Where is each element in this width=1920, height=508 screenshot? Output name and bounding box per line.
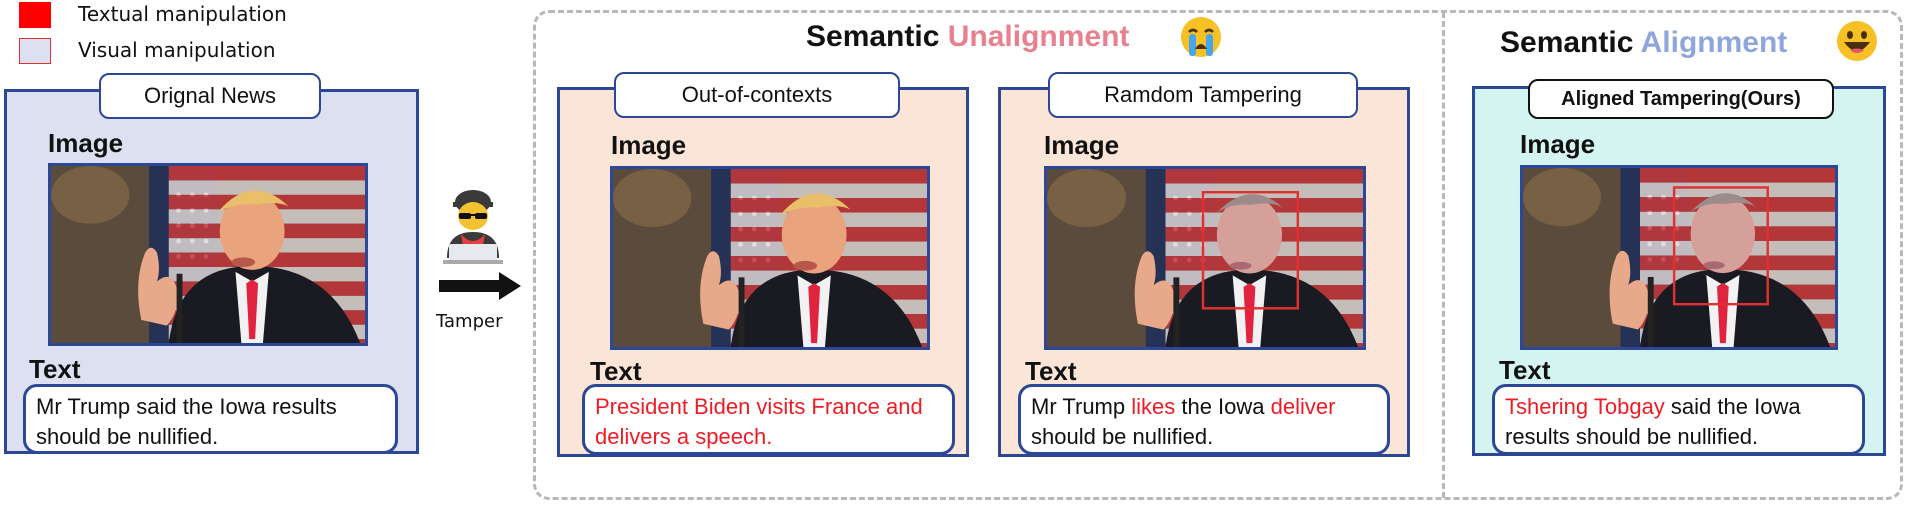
unalignment-accent: Unalignment (947, 20, 1130, 53)
panel-title-original: Orignal News (99, 73, 321, 119)
news-text-random: Mr Trump likes the Iowa deliver should b… (1018, 384, 1390, 455)
text-heading-original: Text (29, 354, 81, 384)
dashed-divider (1442, 12, 1445, 498)
speaker-photo-drawing (613, 169, 927, 347)
legend-label-visual: Visual manipulation (78, 38, 276, 62)
text-segment-manipulated: Tshering Tobgay (1505, 394, 1665, 419)
text-heading-aligned: Text (1499, 355, 1551, 385)
text-segment-manipulated: likes (1131, 394, 1176, 419)
crying-face-emoji (1181, 17, 1221, 57)
text-heading-out-of-context: Text (590, 356, 642, 386)
grinning-face-emoji (1837, 21, 1877, 61)
news-photo-original (48, 163, 368, 346)
alignment-accent: Alignment (1640, 26, 1788, 59)
image-heading-aligned: Image (1520, 129, 1596, 159)
news-text-original: Mr Trump said the Iowa results should be… (23, 384, 398, 454)
tamper-arrow-icon (439, 272, 521, 300)
panel-title-aligned-tampering: Aligned Tampering(Ours) (1528, 79, 1834, 119)
news-photo-random (1044, 166, 1366, 350)
text-segment: the Iowa (1175, 394, 1271, 419)
image-heading-random: Image (1044, 130, 1120, 160)
text-segment-manipulated: deliver (1270, 394, 1336, 419)
speaker-photo-drawing (1523, 168, 1835, 347)
text-heading-random: Text (1025, 356, 1077, 386)
unalignment-prefix: Semantic (806, 20, 940, 53)
legend-swatch-visual (19, 38, 51, 64)
news-photo-aligned (1520, 165, 1838, 350)
legend-label-textual: Textual manipulation (78, 2, 287, 26)
image-heading-original: Image (48, 128, 124, 158)
unalignment-title: Semantic Unalignment (806, 20, 1129, 54)
alignment-title: Semantic Alignment (1500, 26, 1787, 60)
text-segment: Mr Trump (1031, 394, 1132, 419)
news-text-out-of-context: President Biden visits France and delive… (582, 384, 955, 455)
news-photo-out-of-context (610, 166, 930, 350)
image-heading-out-of-context: Image (611, 130, 687, 160)
panel-title-random-tampering: Ramdom Tampering (1048, 72, 1358, 118)
news-text-aligned: Tshering Tobgay said the Iowa results sh… (1492, 384, 1865, 455)
alignment-prefix: Semantic (1500, 26, 1634, 59)
tamper-label: Tamper (436, 311, 503, 332)
text-segment: should be nullified. (1031, 424, 1214, 449)
panel-title-out-of-context: Out-of-contexts (614, 72, 900, 118)
legend-swatch-textual (19, 2, 51, 28)
speaker-photo-drawing (51, 166, 365, 343)
speaker-photo-drawing (1047, 169, 1363, 347)
